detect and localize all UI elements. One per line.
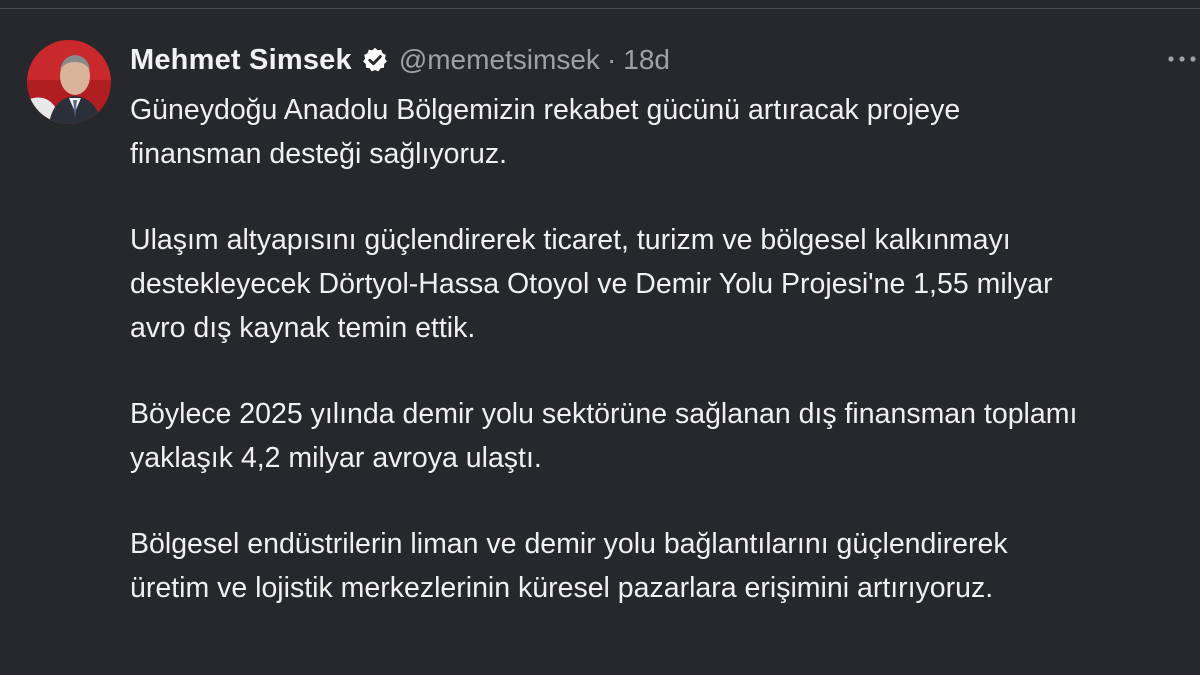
text-line: destekleyecek Dörtyol-Hassa Otoyol ve De…	[130, 268, 1053, 300]
text-line: yaklaşık 4,2 milyar avroya ulaştı.	[130, 442, 542, 474]
text-line: üretim ve lojistik merkezlerinin küresel…	[130, 572, 994, 604]
author-name[interactable]: Mehmet Simsek	[130, 44, 352, 77]
verified-badge-icon	[362, 47, 387, 72]
text-line: Bölgesel endüstrilerin liman ve demir yo…	[130, 528, 1008, 560]
post-screenshot: Mehmet Simsek @memetsimsek · 18d Güneydo…	[0, 0, 1200, 675]
post-time[interactable]: 18d	[623, 44, 670, 76]
more-options-icon[interactable]	[1164, 44, 1200, 74]
post-header: Mehmet Simsek @memetsimsek · 18d	[130, 38, 1200, 82]
text-line: avro dış kaynak temin ettik.	[130, 312, 476, 344]
text-line: Böylece 2025 yılında demir yolu sektörün…	[130, 398, 1078, 430]
post: Mehmet Simsek @memetsimsek · 18d Güneydo…	[130, 38, 1200, 610]
post-text: Güneydoğu Anadolu Bölgemizin rekabet güc…	[130, 88, 1200, 610]
text-line: Ulaşım altyapısını güçlendirerek ticaret…	[130, 224, 1011, 256]
avatar-photo	[27, 40, 111, 124]
divider	[0, 8, 1200, 9]
author-handle[interactable]: @memetsimsek	[399, 44, 600, 76]
separator-dot: ·	[606, 44, 617, 75]
avatar[interactable]	[27, 40, 111, 124]
text-line: Güneydoğu Anadolu Bölgemizin rekabet güc…	[130, 94, 961, 126]
text-line: finansman desteği sağlıyoruz.	[130, 138, 508, 170]
